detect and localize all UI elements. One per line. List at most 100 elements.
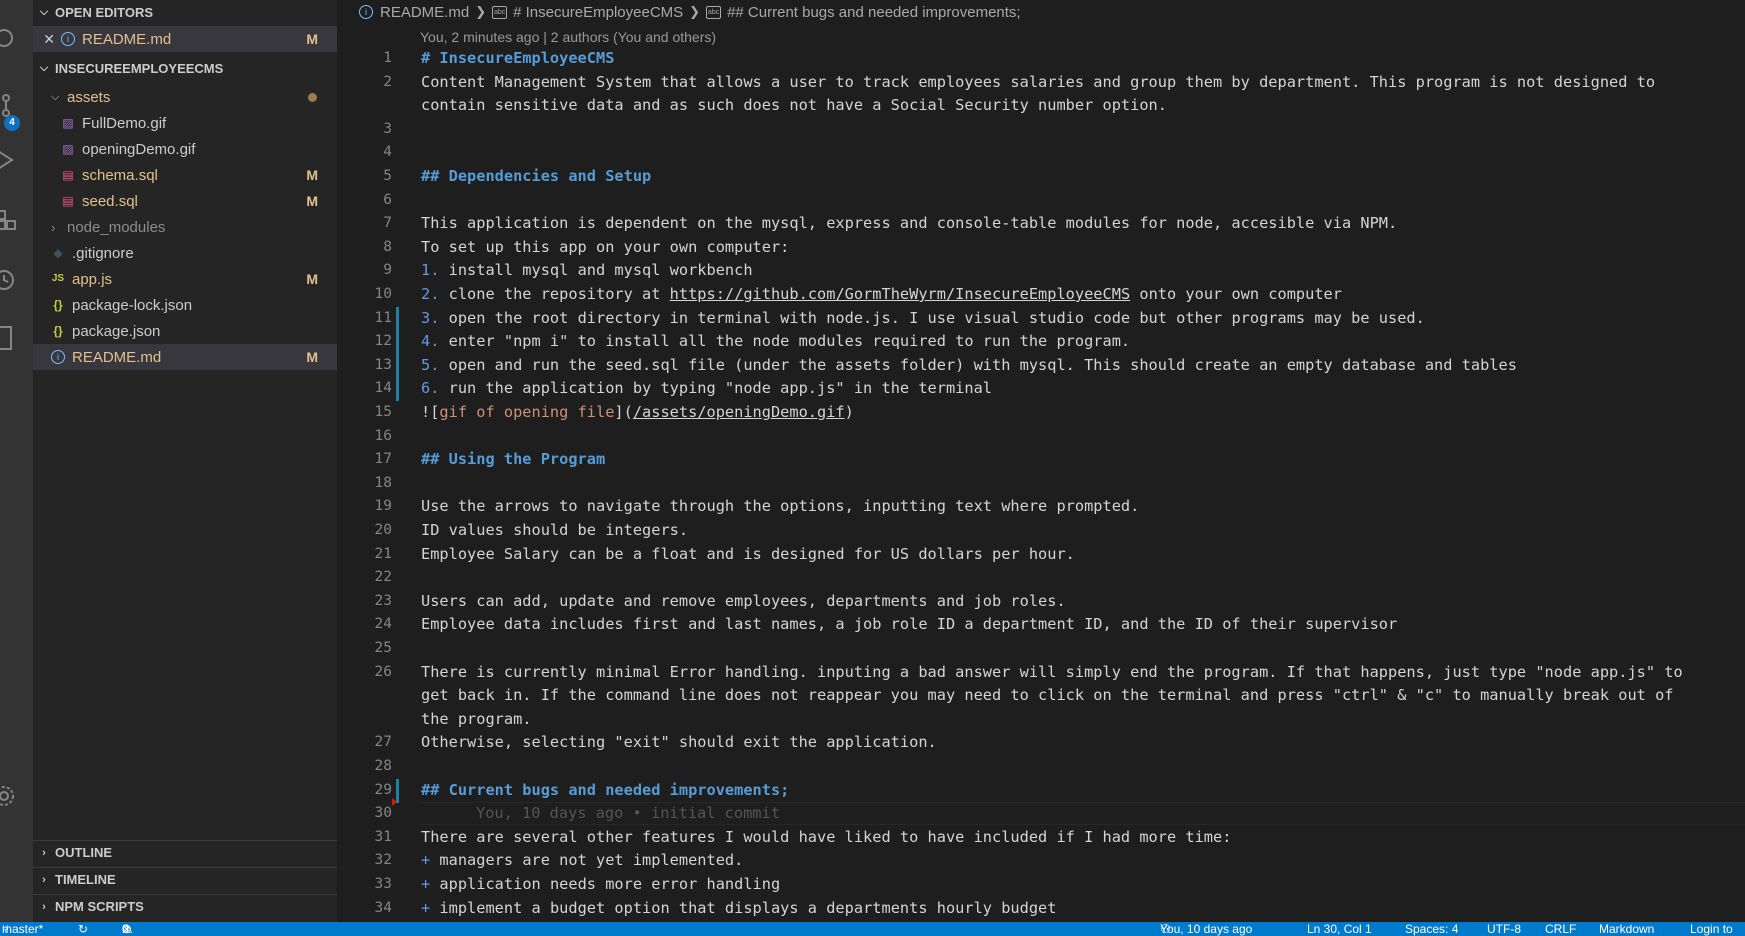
markdown-syntax: ![	[421, 403, 440, 421]
warning-count: 0	[122, 922, 129, 936]
image-path-link[interactable]: /assets/openingDemo.gif	[633, 403, 845, 421]
code-line: There are several other features I would…	[421, 828, 1231, 846]
tree-item-appjs[interactable]: JS app.js M	[33, 266, 337, 292]
line-number: 30	[374, 805, 392, 821]
login-button[interactable]: Login to	[1690, 922, 1733, 936]
tree-item-label: schema.sql	[82, 166, 158, 184]
timeline-header[interactable]: › TIMELINE	[33, 867, 337, 891]
line-number: 20	[374, 522, 392, 538]
project-header[interactable]: ⌵ INSECUREEMPLOYEECMS	[33, 56, 337, 80]
line-number: 3	[383, 121, 392, 137]
run-debug-icon[interactable]	[0, 140, 33, 180]
line-text: There are several other features I would…	[421, 828, 1232, 846]
blame-text: You, 10 days ago	[1160, 922, 1253, 936]
line-number: 26	[374, 664, 392, 680]
cursor-position[interactable]: Ln 30, Col 1	[1307, 922, 1372, 936]
gear-icon[interactable]	[0, 776, 33, 816]
line-text: enter "npm i" to install all the node mo…	[439, 332, 1131, 350]
tree-item-package[interactable]: {} package.json	[33, 318, 337, 344]
line-text: open the root directory in terminal with…	[439, 309, 1425, 327]
list-marker: +	[421, 899, 431, 917]
line-number: 25	[374, 640, 392, 656]
line-number: 1	[383, 50, 392, 66]
tree-item-label: node_modules	[67, 218, 166, 236]
code-line: You, 10 days ago • initial commit	[421, 804, 780, 822]
modified-badge: M	[306, 31, 318, 47]
line-text: Content Management System that allows a …	[421, 73, 1656, 91]
markdown-syntax: )	[844, 403, 854, 421]
timeline-icon[interactable]	[0, 260, 33, 300]
json-icon: {}	[53, 324, 63, 338]
line-number: 2	[383, 74, 392, 90]
repo-link[interactable]: https://github.com/GormTheWyrm/InsecureE…	[670, 285, 1130, 303]
outline-header[interactable]: › OUTLINE	[33, 840, 337, 864]
sync-icon[interactable]: ↻	[78, 922, 88, 936]
markdown-heading: ## Using the Program	[421, 450, 606, 468]
code-line: # InsecureEmployeeCMS	[421, 49, 614, 67]
line-number: 9	[383, 262, 392, 278]
breadcrumb-subheading[interactable]: ## Current bugs and needed improvements;	[727, 4, 1021, 21]
line-number: 21	[374, 546, 392, 562]
code-line: Otherwise, selecting "exit" should exit …	[421, 733, 937, 751]
tree-item-gitignore[interactable]: ◆ .gitignore	[33, 240, 337, 266]
encoding[interactable]: UTF-8	[1487, 922, 1521, 936]
breadcrumb: i README.md ❯ abc # InsecureEmployeeCMS …	[337, 0, 1745, 24]
code-line: 4. enter "npm i" to install all the node…	[421, 332, 1130, 350]
code-line: ## Dependencies and Setup	[421, 167, 651, 185]
markdown-heading: # InsecureEmployeeCMS	[421, 49, 615, 67]
breadcrumb-file[interactable]: README.md	[380, 4, 469, 21]
line-number: 11	[374, 310, 392, 326]
tree-item-fulldemo[interactable]: ▨ FullDemo.gif	[33, 110, 337, 136]
line-number: 13	[374, 357, 392, 373]
line-text: contain sensitive data and as such does …	[421, 96, 1167, 114]
codelens-blame[interactable]: You, 2 minutes ago | 2 authors (You and …	[420, 29, 716, 45]
markdown-heading: ## Dependencies and Setup	[421, 167, 652, 185]
search-icon[interactable]	[0, 20, 33, 60]
code-line: the program.	[421, 710, 532, 728]
code-line: + implement a budget option that display…	[421, 899, 1056, 917]
code-line: Users can add, update and remove employe…	[421, 592, 1066, 610]
tree-item-readme[interactable]: i README.md M	[33, 344, 337, 370]
tree-item-package-lock[interactable]: {} package-lock.json	[33, 292, 337, 318]
npm-scripts-header[interactable]: › NPM SCRIPTS	[33, 894, 337, 918]
tree-item-schema[interactable]: ▤ schema.sql M	[33, 162, 337, 188]
line-number: 7	[383, 215, 392, 231]
code-line: Content Management System that allows a …	[421, 73, 1655, 91]
javascript-icon: JS	[51, 273, 65, 284]
close-icon[interactable]: ✕	[33, 31, 55, 48]
database-icon: ▤	[62, 194, 74, 208]
image-file-icon: ▨	[62, 142, 74, 156]
npm-scripts-title: NPM SCRIPTS	[55, 899, 144, 914]
list-marker: +	[421, 875, 431, 893]
line-number: 22	[374, 569, 392, 585]
open-editor-readme[interactable]: ✕ i README.md M	[33, 26, 337, 52]
line-text: onto your own computer	[1130, 285, 1342, 303]
line-text: Employee data includes first and last na…	[421, 615, 1398, 633]
indentation[interactable]: Spaces: 4	[1405, 922, 1458, 936]
chevron-right-icon: ›	[42, 873, 46, 886]
line-text: Users can add, update and remove employe…	[421, 592, 1066, 610]
line-ending[interactable]: CRLF	[1545, 922, 1576, 936]
code-line: Employee Salary can be a float and is de…	[421, 545, 1075, 563]
tree-item-node-modules[interactable]: › node_modules	[33, 214, 337, 240]
open-editors-header[interactable]: ⌵ OPEN EDITORS	[33, 0, 337, 24]
tree-item-label: openingDemo.gif	[82, 140, 196, 158]
tree-item-seed[interactable]: ▤ seed.sql M	[33, 188, 337, 214]
extensions-icon[interactable]	[0, 200, 33, 240]
tree-item-openingdemo[interactable]: ▨ openingDemo.gif	[33, 136, 337, 162]
line-number: 14	[374, 380, 392, 396]
image-alt-text: gif of opening file	[439, 403, 615, 421]
code-line: ID values should be integers.	[421, 521, 688, 539]
list-marker: 2.	[421, 285, 440, 303]
explorer-icon[interactable]	[0, 318, 33, 358]
breadcrumb-heading[interactable]: # InsecureEmployeeCMS	[513, 4, 683, 21]
code-line: 5. open and run the seed.sql file (under…	[421, 356, 1517, 374]
code-line: ## Current bugs and needed improvements;	[421, 781, 789, 799]
info-icon: i	[51, 350, 65, 364]
line-number: 27	[374, 734, 392, 750]
chevron-right-icon: ❯	[689, 4, 701, 19]
chevron-right-icon: ›	[42, 846, 46, 859]
tree-item-assets[interactable]: ⌵ assets	[33, 84, 337, 110]
line-number: 18	[374, 475, 392, 491]
language-mode[interactable]: Markdown	[1599, 922, 1654, 936]
